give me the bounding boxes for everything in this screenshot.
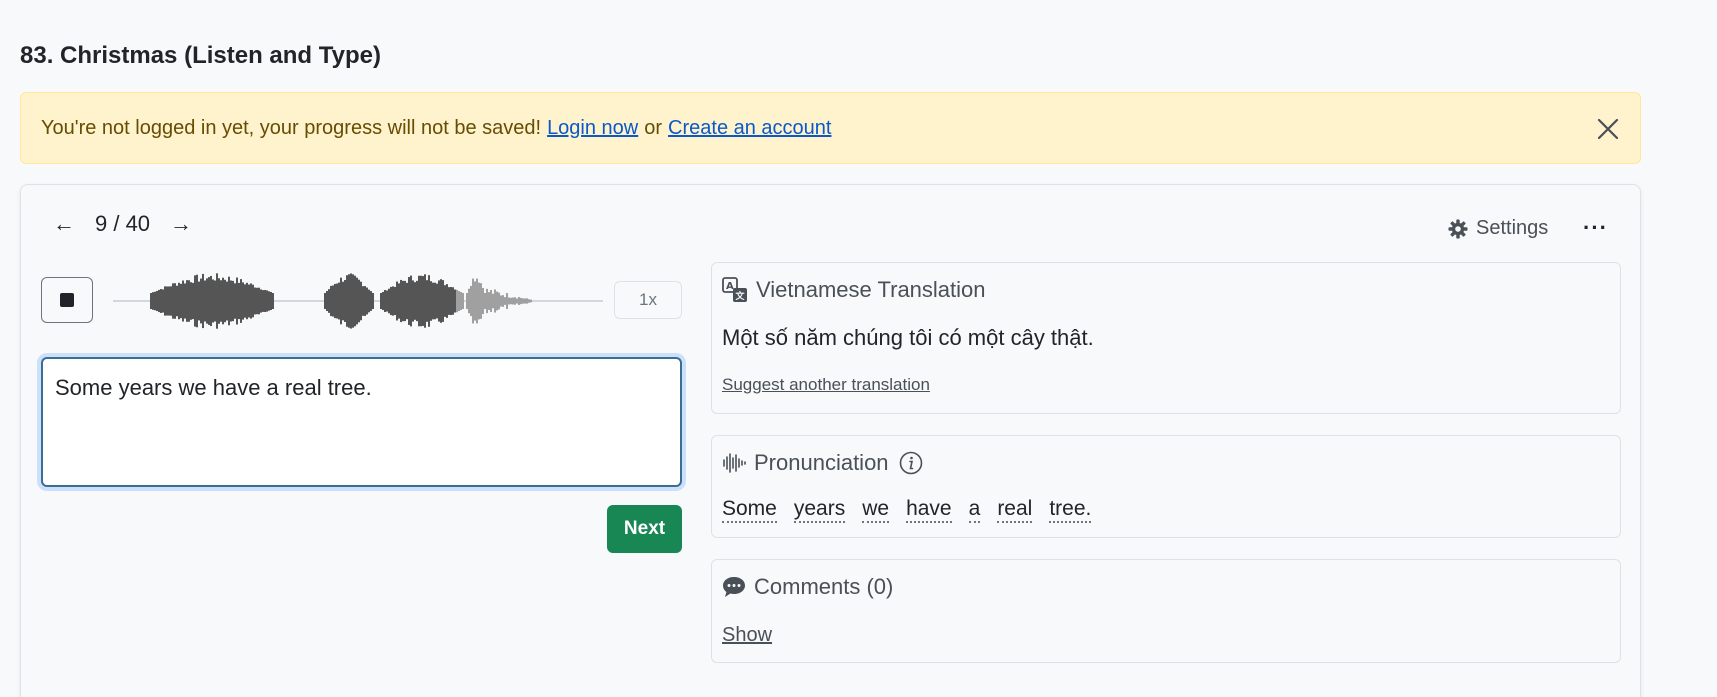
more-options-icon[interactable]: ···	[1583, 215, 1608, 241]
stop-button[interactable]	[41, 277, 93, 323]
pronunciation-word[interactable]: tree.	[1049, 498, 1092, 523]
comments-panel: Comments (0) Show	[711, 559, 1621, 663]
pronunciation-word[interactable]: we	[862, 498, 890, 523]
alert-message: You're not logged in yet, your progress …	[41, 116, 542, 139]
audio-waveform[interactable]	[113, 261, 603, 341]
waveform-bars	[150, 273, 532, 329]
show-comments-link[interactable]: Show	[722, 624, 772, 647]
login-link[interactable]: Login now	[547, 117, 638, 140]
stop-icon	[60, 293, 74, 307]
pronunciation-heading: Pronunciation	[722, 450, 931, 476]
alert-separator: or	[644, 116, 663, 139]
playback-speed-button[interactable]: 1x	[614, 281, 682, 319]
close-icon[interactable]	[1594, 115, 1622, 143]
create-account-link[interactable]: Create an account	[668, 117, 831, 140]
exercise-nav: ← 9 / 40 →	[49, 211, 196, 237]
info-icon[interactable]	[899, 451, 923, 475]
settings-button[interactable]: Settings	[1448, 217, 1548, 240]
next-button[interactable]: Next	[607, 505, 682, 553]
pronunciation-word[interactable]: have	[906, 498, 952, 523]
translation-panel: A 文 Vietnamese Translation Một số năm ch…	[711, 262, 1621, 414]
translation-text: Một số năm chúng tôi có một cây thật.	[722, 325, 1094, 350]
login-alert: You're not logged in yet, your progress …	[20, 92, 1641, 164]
translate-icon: A 文	[722, 277, 747, 302]
prev-arrow-icon[interactable]: ←	[49, 211, 79, 237]
speech-bubble-icon	[723, 577, 745, 597]
exercise-card: ← 9 / 40 → Settings ··· 1x Next	[20, 184, 1641, 697]
page-title: 83. Christmas (Listen and Type)	[20, 42, 381, 69]
exercise-counter: 9 / 40	[95, 211, 151, 236]
comments-heading: Comments (0)	[722, 574, 893, 600]
gear-icon	[1448, 219, 1468, 238]
pronunciation-panel: Pronunciation Some years we have a real tree.	[711, 435, 1621, 538]
pronunciation-words: Some years we have a real tree.	[722, 498, 1108, 523]
next-arrow-icon[interactable]: →	[166, 211, 196, 237]
settings-label: Settings	[1476, 217, 1549, 239]
pronunciation-word[interactable]: Some	[722, 498, 777, 523]
pronunciation-heading-label: Pronunciation	[754, 450, 889, 475]
pronunciation-word[interactable]: real	[997, 498, 1033, 523]
answer-input[interactable]	[41, 357, 682, 487]
soundwave-icon	[723, 453, 746, 473]
svg-text:A: A	[726, 281, 734, 292]
translation-heading-label: Vietnamese Translation	[756, 277, 986, 302]
pronunciation-word[interactable]: a	[968, 498, 981, 523]
suggest-translation-link[interactable]: Suggest another translation	[722, 375, 930, 395]
comments-heading-label: Comments (0)	[754, 574, 894, 599]
pronunciation-word[interactable]: years	[793, 498, 846, 523]
svg-text:文: 文	[735, 290, 746, 302]
translation-heading: A 文 Vietnamese Translation	[722, 277, 986, 303]
